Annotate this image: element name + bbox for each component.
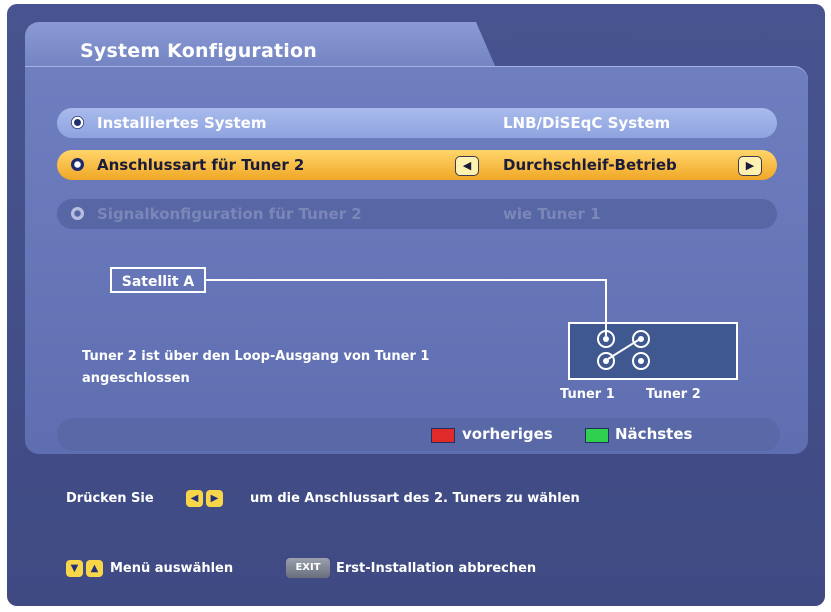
description-line: Tuner 2 ist über den Loop-Ausgang von Tu… bbox=[82, 349, 430, 364]
connection-diagram bbox=[206, 279, 650, 370]
left-key-icon: ◀ bbox=[186, 490, 203, 507]
description-line: angeschlossen bbox=[82, 371, 190, 386]
red-key-icon bbox=[431, 428, 455, 443]
exit-key-icon: EXIT bbox=[286, 558, 330, 578]
connection-description: Tuner 2 ist über den Loop-Ausgang von Tu… bbox=[82, 346, 502, 390]
hint-choose-connection: um die Anschlussart des 2. Tuners zu wäh… bbox=[250, 491, 580, 506]
hint-press: Drücken Sie bbox=[66, 491, 154, 506]
green-key-icon bbox=[585, 428, 609, 443]
hint-menu-select: Menü auswählen bbox=[110, 561, 234, 576]
cable-line bbox=[206, 279, 607, 336]
right-key-icon: ▶ bbox=[206, 490, 223, 507]
down-key-icon: ▼ bbox=[66, 560, 83, 577]
tuner1-label: Tuner 1 bbox=[560, 387, 615, 402]
up-key-icon: ▲ bbox=[86, 560, 103, 577]
satellite-label: Satellit A bbox=[110, 267, 206, 293]
green-key-label[interactable]: Nächstes bbox=[615, 425, 692, 443]
tuner2-label: Tuner 2 bbox=[646, 387, 701, 402]
red-key-label[interactable]: vorheriges bbox=[462, 425, 553, 443]
hint-exit-installation: Erst-Installation abbrechen bbox=[336, 561, 537, 576]
